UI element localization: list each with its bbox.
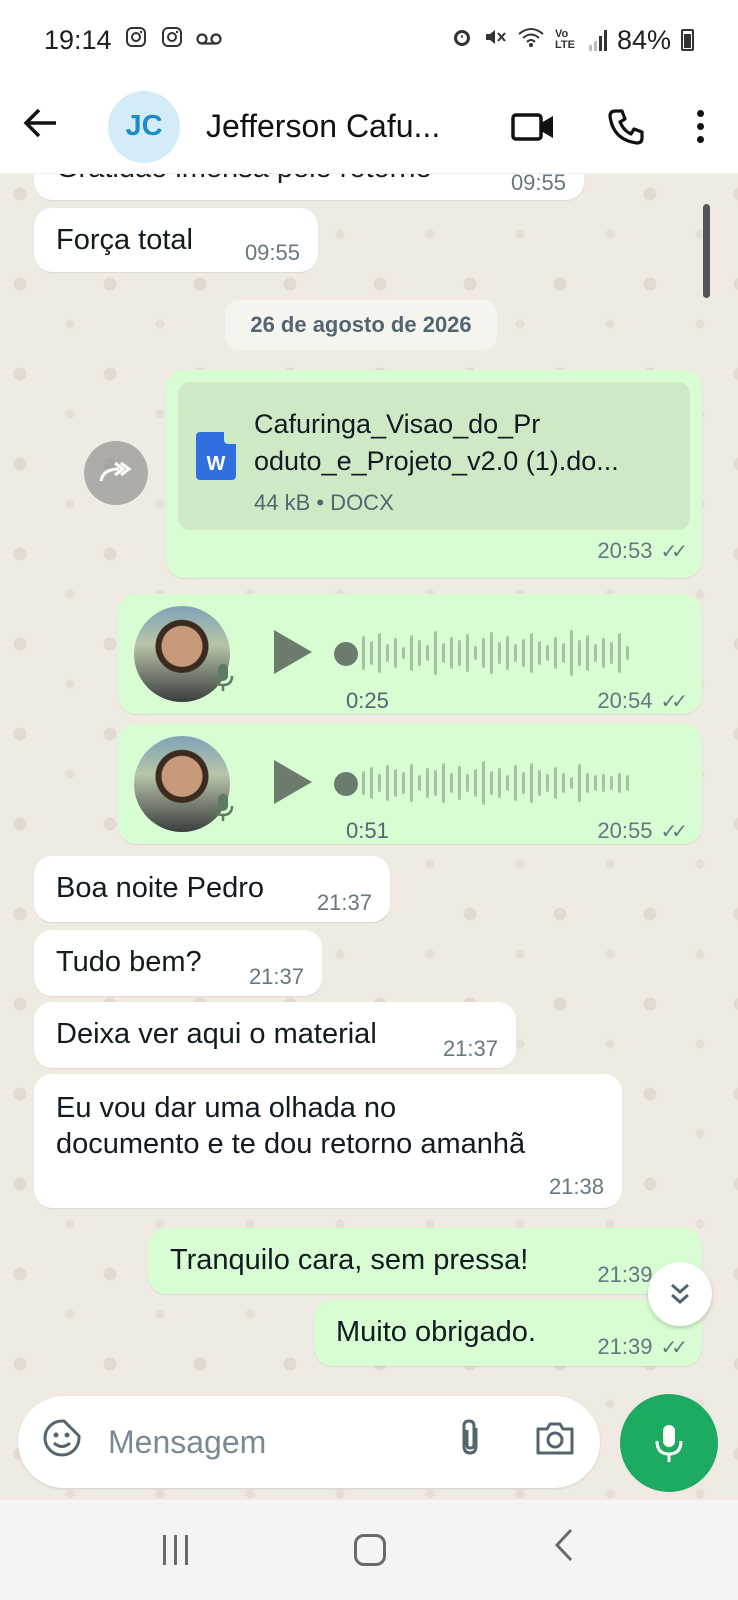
message-time: 21:39 ✓✓ [597, 1334, 687, 1360]
contact-name[interactable]: Jefferson Cafu... [206, 108, 466, 145]
message-voice[interactable]: 0:51 20:55 ✓✓ [118, 724, 702, 844]
chat-area[interactable]: Gratidão imensa pelo retorno 09:55 Força… [0, 174, 738, 1500]
read-ticks-icon: ✓✓ [660, 1337, 687, 1359]
message-text: Muito obrigado. [336, 1316, 536, 1348]
message-time-text: 20:53 [597, 538, 653, 563]
play-icon[interactable] [274, 630, 312, 674]
more-icon[interactable] [697, 110, 704, 143]
message-document[interactable]: W Cafuringa_Visao_do_Pr oduto_e_Projeto_… [166, 370, 702, 578]
message-time-text: 21:39 [597, 1334, 653, 1359]
message-text: Tudo bem? [56, 946, 202, 978]
read-ticks-icon: ✓✓ [660, 691, 687, 713]
message-time: 21:37 [442, 1036, 498, 1061]
waveform[interactable] [362, 758, 629, 808]
home-icon[interactable] [354, 1534, 387, 1566]
mic-icon [655, 1425, 683, 1462]
video-call-icon[interactable] [511, 111, 555, 143]
volte-icon: Vo LTE [554, 28, 575, 51]
message-time: 20:54 ✓✓ [597, 688, 687, 714]
seek-handle[interactable] [334, 772, 358, 796]
alarm-icon [451, 26, 473, 54]
seek-handle[interactable] [334, 642, 358, 666]
camera-icon[interactable] [534, 1420, 576, 1465]
play-icon[interactable] [274, 760, 312, 804]
message-text: Tranquilo cara, sem pressa! [170, 1244, 529, 1276]
message-text-line: documento e te dou retorno amanhã [56, 1128, 526, 1160]
message-text: Eu vou dar uma olhada no documento e te … [56, 1090, 525, 1162]
status-time: 19:14 [44, 24, 112, 55]
battery-icon [681, 29, 694, 51]
mute-icon [483, 26, 507, 54]
read-ticks-icon: ✓✓ [660, 541, 687, 563]
sticker-icon[interactable] [42, 1418, 82, 1467]
message-text: Gratidão imensa pelo retorno [56, 174, 432, 186]
message-time: 21:38 [548, 1174, 604, 1199]
message-time: 21:37 [248, 964, 304, 989]
chat-header: JC Jefferson Cafu... [0, 80, 738, 174]
message-time: 20:55 ✓✓ [597, 818, 687, 844]
read-ticks-icon: ✓✓ [660, 821, 687, 843]
message-incoming[interactable]: Força total 09:55 [34, 208, 318, 272]
document-meta: 44 kB • DOCX [254, 490, 394, 515]
instagram-icon [124, 25, 148, 55]
contact-avatar[interactable]: JC [108, 90, 180, 163]
forward-icon[interactable] [84, 441, 148, 505]
document-card[interactable]: W Cafuringa_Visao_do_Pr oduto_e_Projeto_… [178, 382, 690, 530]
message-time: 20:53 ✓✓ [597, 538, 687, 564]
back-icon[interactable] [553, 1527, 575, 1573]
message-time: 09:55 [244, 240, 300, 265]
scrollbar[interactable] [703, 204, 710, 298]
phone-icon[interactable] [607, 108, 645, 146]
system-nav-bar [0, 1500, 738, 1600]
battery-percent: 84% [616, 24, 671, 55]
message-time: 09:55 [510, 174, 566, 195]
document-name: Cafuringa_Visao_do_Pr oduto_e_Projeto_v2… [254, 406, 654, 480]
voicemail-icon [195, 27, 222, 53]
record-voice-button[interactable] [620, 1394, 718, 1492]
message-time: 21:37 [316, 890, 372, 915]
voice-duration: 0:25 [346, 688, 389, 713]
message-outgoing[interactable]: Muito obrigado. 21:39 ✓✓ [314, 1300, 702, 1366]
back-arrow-icon[interactable] [22, 104, 72, 149]
attach-icon[interactable] [456, 1418, 486, 1467]
wifi-icon [517, 26, 545, 54]
recent-apps-icon[interactable] [163, 1535, 189, 1565]
message-text: Boa noite Pedro [56, 872, 264, 904]
message-outgoing[interactable]: Tranquilo cara, sem pressa! 21:39✓✓ [148, 1228, 702, 1294]
word-document-icon: W [196, 432, 236, 480]
message-time-text: 20:55 [597, 818, 653, 843]
date-separator: 26 de agosto de 2026 [225, 300, 497, 350]
message-incoming[interactable]: Eu vou dar uma olhada no documento e te … [34, 1074, 622, 1208]
signal-icon [588, 29, 607, 51]
message-incoming[interactable]: Gratidão imensa pelo retorno 09:55 [34, 174, 584, 200]
voice-duration: 0:51 [346, 818, 389, 843]
message-incoming[interactable]: Tudo bem? 21:37 [34, 930, 322, 996]
message-time-text: 20:54 [597, 688, 653, 713]
message-composer[interactable]: Mensagem [18, 1396, 600, 1488]
message-voice[interactable]: 0:25 20:54 ✓✓ [118, 594, 702, 714]
message-time-text: 21:39 [597, 1262, 653, 1287]
message-incoming[interactable]: Boa noite Pedro 21:37 [34, 856, 390, 922]
message-incoming[interactable]: Deixa ver aqui o material 21:37 [34, 1002, 516, 1068]
status-bar: 19:14 Vo LTE 84% [0, 0, 738, 80]
mic-icon [212, 792, 234, 829]
scroll-to-bottom-button[interactable] [648, 1262, 712, 1326]
document-name-line: Cafuringa_Visao_do_Pr [254, 409, 541, 439]
waveform[interactable] [362, 628, 629, 678]
instagram-icon [160, 25, 184, 55]
document-name-line: oduto_e_Projeto_v2.0 (1).do... [254, 446, 619, 476]
message-text-line: Eu vou dar uma olhada no [56, 1092, 397, 1124]
message-text: Deixa ver aqui o material [56, 1018, 377, 1050]
message-text: Força total [56, 224, 193, 256]
mic-icon [212, 662, 234, 699]
message-input[interactable]: Mensagem [108, 1424, 266, 1461]
double-chevron-down-icon [671, 1283, 689, 1304]
